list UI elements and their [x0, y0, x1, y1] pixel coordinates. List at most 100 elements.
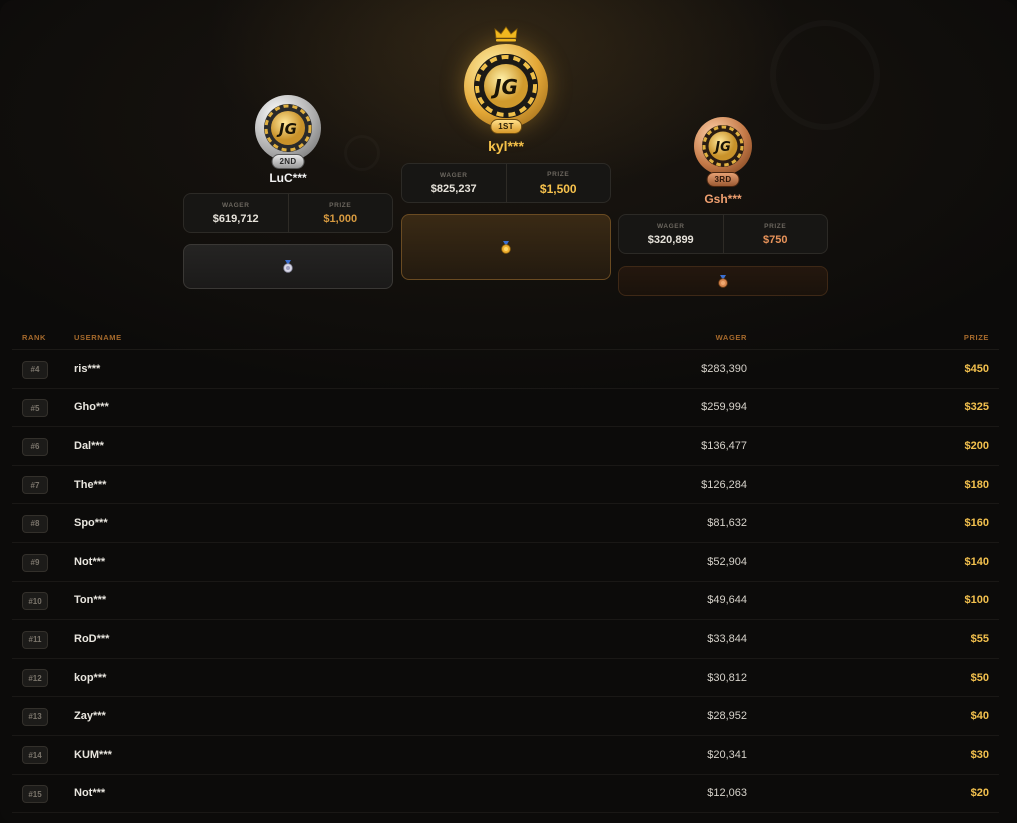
prize-cell: $325	[964, 401, 989, 414]
wager-value: $619,712	[212, 212, 259, 225]
table-row: #13 Zay*** $28,952 $40	[12, 697, 999, 736]
avatar-second: JG 2ND	[255, 95, 321, 169]
username-cell: KUM***	[74, 748, 112, 761]
username-cell: Ton***	[74, 594, 107, 607]
username-column-header: USERNAME	[74, 333, 122, 342]
pedestal-first	[401, 214, 611, 280]
rank-badge: #4	[22, 360, 48, 379]
table-row: #14 KUM*** $20,341 $30	[12, 736, 999, 775]
rank-badge: #6	[22, 437, 48, 456]
rank-badge: #13	[22, 707, 48, 726]
table-row: #6 Dal*** $136,477 $200	[12, 427, 999, 466]
wager-cell: $12,063	[707, 787, 747, 800]
place-badge-third: 3RD	[706, 172, 740, 187]
wager-stat: WAGER $825,237	[402, 164, 506, 202]
username-cell: Not***	[74, 555, 106, 568]
podium-first-place: JG 1ST kyl*** WAGER $825,237 PRIZE $1,50…	[401, 26, 611, 280]
prize-cell: $20	[970, 787, 989, 800]
username-cell: Dal***	[74, 439, 104, 452]
table-row: #5 Gho*** $259,994 $325	[12, 389, 999, 428]
wager-cell: $52,904	[707, 555, 747, 568]
wager-value: $320,899	[647, 233, 694, 246]
prize-cell: $180	[964, 478, 989, 491]
wager-label: WAGER	[656, 222, 685, 230]
prize-cell: $50	[970, 671, 989, 684]
wager-cell: $33,844	[707, 632, 747, 645]
username-cell: Not***	[74, 787, 106, 800]
rank-badge: #8	[22, 514, 48, 533]
wager-stat: WAGER $619,712	[184, 194, 288, 232]
stats-card-second: WAGER $619,712 PRIZE $1,000	[183, 193, 393, 233]
wager-value: $825,237	[430, 182, 477, 195]
rank-badge: #9	[22, 553, 48, 572]
prize-value: $750	[763, 233, 788, 246]
rank-column-header: RANK	[22, 333, 47, 342]
prize-cell: $30	[970, 748, 989, 761]
leaderboard-table: RANK USERNAME WAGER PRIZE #4 ris*** $283,3…	[12, 326, 999, 814]
place-badge-first: 1ST	[490, 119, 522, 134]
rank-cell: #9	[12, 552, 74, 572]
table-row: #10 Ton*** $49,644 $100	[12, 582, 999, 621]
wager-cell: $126,284	[701, 478, 747, 491]
rank-badge: #12	[22, 669, 48, 688]
table-row: #12 kop*** $30,812 $50	[12, 659, 999, 698]
podium-second-place: JG 2ND LuC*** WAGER $619,712 PRIZE $1,00…	[183, 95, 393, 289]
chip-logo-text: JG	[712, 140, 731, 155]
wager-label: WAGER	[221, 201, 250, 209]
rank-cell: #5	[12, 398, 74, 418]
rank-badge: #5	[22, 399, 48, 418]
table-row: #7 The*** $126,284 $180	[12, 466, 999, 505]
rank-cell: #10	[12, 591, 74, 611]
chip-logo-text: JG	[276, 120, 297, 138]
username-cell: RoD***	[74, 632, 110, 645]
rank-cell: #12	[12, 668, 74, 688]
prize-stat: PRIZE $1,500	[505, 164, 611, 202]
stats-card-first: WAGER $825,237 PRIZE $1,500	[401, 163, 611, 203]
rank-badge: #11	[22, 630, 48, 649]
wager-cell: $28,952	[707, 710, 747, 723]
medal-icon	[501, 240, 511, 254]
avatar-third: JG 3RD	[694, 117, 752, 187]
wager-cell: $20,341	[707, 748, 747, 761]
avatar-first: JG 1ST	[464, 44, 548, 136]
table-row: #9 Not*** $52,904 $140	[12, 543, 999, 582]
prize-stat: PRIZE $1,000	[287, 194, 393, 232]
rank-badge: #15	[22, 785, 48, 804]
wager-cell: $283,390	[701, 362, 747, 375]
prize-column-header: PRIZE	[963, 333, 989, 342]
wager-cell: $81,632	[707, 517, 747, 530]
leaderboard-page: JG 2ND LuC*** WAGER $619,712 PRIZE $1,00…	[0, 0, 1017, 823]
rank-badge: #14	[22, 746, 48, 765]
rank-cell: #8	[12, 513, 74, 533]
table-row: #8 Spo*** $81,632 $160	[12, 504, 999, 543]
place-badge-second: 2ND	[271, 154, 305, 169]
silver-chip-icon: JG	[255, 95, 321, 161]
prize-cell: $55	[970, 632, 989, 645]
username-cell: The***	[74, 478, 107, 491]
wager-cell: $259,994	[701, 401, 747, 414]
table-row: #11 RoD*** $33,844 $55	[12, 620, 999, 659]
rank-cell: #7	[12, 475, 74, 495]
stats-card-third: WAGER $320,899 PRIZE $750	[618, 214, 828, 254]
prize-cell: $200	[964, 439, 989, 452]
rank-badge: #10	[22, 592, 48, 611]
pedestal-second	[183, 244, 393, 289]
wager-cell: $136,477	[701, 439, 747, 452]
table-body: #4 ris*** $283,390 $450 #5 Gho*** $259,994 $325…	[12, 350, 999, 814]
username-cell: Spo***	[74, 517, 108, 530]
wager-label: WAGER	[439, 171, 468, 179]
table-header: RANK USERNAME WAGER PRIZE	[12, 326, 999, 350]
prize-label: PRIZE	[547, 170, 570, 178]
rank-cell: #6	[12, 436, 74, 456]
wager-stat: WAGER $320,899	[619, 215, 723, 253]
prize-cell: $140	[964, 555, 989, 568]
rank-cell: #15	[12, 784, 74, 804]
rank-cell: #13	[12, 706, 74, 726]
medal-icon	[283, 260, 293, 273]
wager-cell: $30,812	[707, 671, 747, 684]
rank-cell: #4	[12, 359, 74, 379]
rank-cell: #11	[12, 629, 74, 649]
background-decoration	[770, 20, 880, 130]
table-row: #4 ris*** $283,390 $450	[12, 350, 999, 389]
prize-value: $1,000	[323, 212, 358, 225]
